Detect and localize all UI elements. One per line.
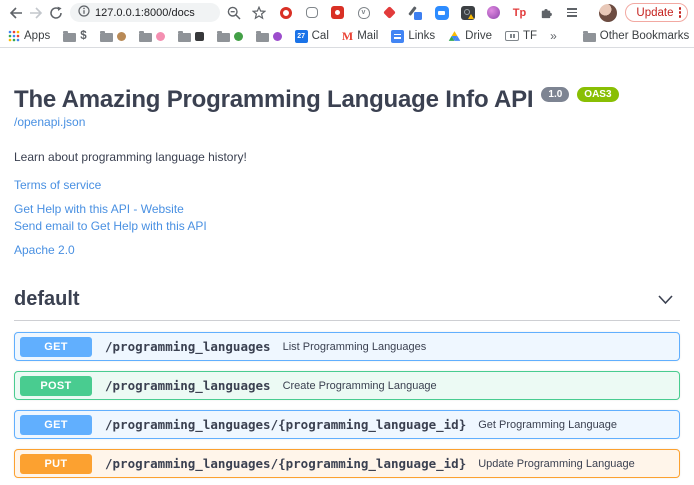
document-icon	[391, 30, 404, 43]
bookmark-tf-label: TF	[523, 30, 537, 42]
bookmark-folder-dollar[interactable]: $	[63, 30, 86, 42]
url-text[interactable]: 127.0.0.1:8000/docs	[95, 7, 195, 19]
zoom-out-icon[interactable]	[223, 3, 245, 23]
flower-extension-icon[interactable]	[486, 5, 501, 20]
bookmark-apps-label: Apps	[24, 30, 50, 42]
drive-icon	[448, 30, 461, 42]
zoom-extension-icon[interactable]	[434, 5, 449, 20]
apps-grid-icon	[8, 30, 20, 42]
diigo-extension-icon[interactable]	[382, 5, 397, 20]
puzzle-extensions-icon[interactable]	[538, 5, 553, 20]
bookmark-mail[interactable]: M Mail	[342, 29, 378, 44]
terms-of-service-link[interactable]: Terms of service	[14, 178, 680, 192]
method-badge: POST	[20, 376, 92, 396]
folder-icon	[100, 33, 113, 42]
dollar-emoji: $	[80, 30, 86, 42]
calendar-icon: 27	[295, 30, 308, 43]
gmail-icon: M	[342, 29, 353, 44]
bookmark-cal-label: Cal	[312, 30, 329, 42]
bookmark-folder-gradcap[interactable]	[178, 31, 204, 42]
chevron-down-icon[interactable]	[657, 294, 680, 306]
api-description: Learn about programming language history…	[14, 150, 680, 164]
browser-toolbar: 127.0.0.1:8000/docs v Tp Update	[0, 0, 694, 25]
browser-menu-icon[interactable]	[679, 7, 682, 18]
pocket-extension-icon[interactable]: v	[356, 5, 371, 20]
bookmark-folder-heart[interactable]	[256, 31, 282, 42]
back-icon[interactable]	[6, 3, 26, 23]
clover-emoji	[234, 32, 243, 41]
method-badge: GET	[20, 337, 92, 357]
method-badge: PUT	[20, 454, 92, 474]
red-ring-extension-icon[interactable]	[278, 5, 293, 20]
folder-icon	[63, 33, 76, 42]
site-info-icon[interactable]	[78, 4, 90, 22]
other-bookmarks-label: Other Bookmarks	[600, 30, 689, 42]
bookmark-folder-clover[interactable]	[217, 31, 243, 42]
teleparty-extension-icon[interactable]: Tp	[512, 5, 527, 20]
bookmark-cal[interactable]: 27 Cal	[295, 30, 329, 43]
endpoint-summary: Create Programming Language	[283, 380, 437, 392]
bookmark-links-label: Links	[408, 30, 435, 42]
folder-icon	[583, 33, 596, 42]
brain-emoji	[156, 32, 165, 41]
section-header-default[interactable]: default	[14, 288, 680, 321]
method-badge: GET	[20, 415, 92, 435]
bookmark-tf[interactable]: TF	[505, 30, 537, 42]
operation-row-post-1[interactable]: POST/programming_languages Create Program…	[14, 371, 680, 400]
chat-bubble-extension-icon[interactable]	[304, 5, 319, 20]
bookmark-drive-label: Drive	[465, 30, 492, 42]
operation-row-get-0[interactable]: GET/programming_languages List Programmin…	[14, 332, 680, 361]
section-title: default	[14, 288, 80, 311]
oas3-badge: OAS3	[577, 87, 618, 102]
api-title-row: The Amazing Programming Language Info AP…	[14, 86, 680, 114]
endpoint-summary: Update Programming Language	[478, 458, 635, 470]
version-badge: 1.0	[541, 87, 569, 102]
folder-icon	[256, 33, 269, 42]
embed-icon	[505, 31, 519, 41]
endpoint-path: /programming_languages	[105, 339, 271, 354]
endpoint-path: /programming_languages/{programming_lang…	[105, 417, 466, 432]
update-button-label: Update	[636, 7, 673, 19]
endpoint-summary: List Programming Languages	[283, 341, 427, 353]
endpoint-path: /programming_languages/{programming_lang…	[105, 456, 466, 471]
playlist-extension-icon[interactable]	[564, 5, 579, 20]
endpoint-path: /programming_languages	[105, 378, 271, 393]
swagger-ui: The Amazing Programming Language Info AP…	[0, 48, 694, 485]
operations-list: GET/programming_languages List Programmin…	[14, 332, 680, 485]
extensions-row: v Tp	[278, 5, 589, 20]
cbs-extension-icon[interactable]	[330, 5, 345, 20]
highlighter-extension-icon[interactable]	[408, 5, 423, 20]
bookmark-apps[interactable]: Apps	[8, 30, 50, 42]
bookmark-drive[interactable]: Drive	[448, 30, 492, 42]
graduation-cap-emoji	[195, 32, 204, 41]
horse-emoji	[117, 32, 126, 41]
bookmark-star-icon[interactable]	[248, 3, 270, 23]
profile-avatar[interactable]	[599, 4, 617, 22]
bookmark-links[interactable]: Links	[391, 30, 435, 43]
endpoint-summary: Get Programming Language	[478, 419, 617, 431]
gear-warning-extension-icon[interactable]	[460, 5, 475, 20]
update-button[interactable]: Update	[625, 3, 688, 22]
purple-heart-emoji	[273, 32, 282, 41]
url-bar[interactable]: 127.0.0.1:8000/docs	[70, 3, 220, 22]
bookmark-mail-label: Mail	[357, 30, 378, 42]
bookmarks-bar: Apps $ 27 Cal M Mail Links	[0, 25, 694, 48]
bookmark-folder-brain[interactable]	[139, 31, 165, 42]
page-title: The Amazing Programming Language Info AP…	[14, 86, 533, 114]
bookmark-folder-horse[interactable]	[100, 31, 126, 42]
forward-icon	[26, 3, 46, 23]
openapi-spec-link[interactable]: /openapi.json	[14, 115, 680, 129]
folder-icon	[139, 33, 152, 42]
bookmarks-overflow-chevron[interactable]: »	[550, 29, 557, 43]
operation-row-get-2[interactable]: GET/programming_languages/{programming_l…	[14, 410, 680, 439]
operation-row-put-3[interactable]: PUT/programming_languages/{programming_l…	[14, 449, 680, 478]
reload-icon[interactable]	[46, 3, 66, 23]
folder-icon	[178, 33, 191, 42]
folder-icon	[217, 33, 230, 42]
contact-website-link[interactable]: Get Help with this API - Website	[14, 202, 680, 216]
license-link[interactable]: Apache 2.0	[14, 243, 680, 257]
contact-email-link[interactable]: Send email to Get Help with this API	[14, 219, 680, 233]
other-bookmarks[interactable]: Other Bookmarks	[583, 30, 689, 42]
